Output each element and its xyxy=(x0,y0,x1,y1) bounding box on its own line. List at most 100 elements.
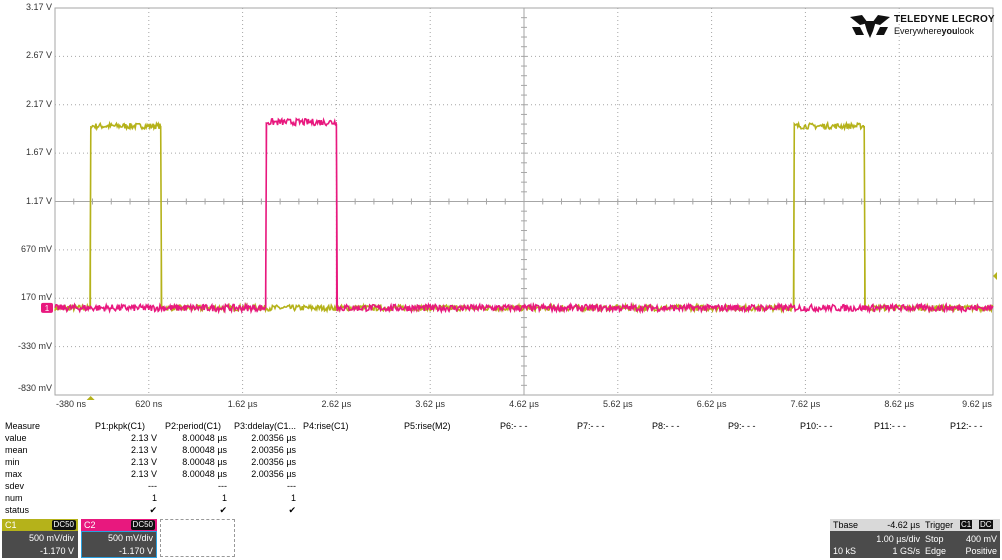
waveform-display[interactable]: 1 xyxy=(41,7,997,400)
x-tick-label: 5.62 µs xyxy=(602,399,633,409)
measure-cell-mean: 2.13 V xyxy=(130,445,157,455)
x-tick-label: 9.62 µs xyxy=(962,399,992,409)
y-tick-label: -830 mV xyxy=(17,383,52,393)
measure-cell-sdev: --- xyxy=(218,481,227,491)
measure-row-label: min xyxy=(5,457,20,467)
brand-tagline: Everywhereyoulook xyxy=(894,26,974,36)
trigger-level: 400 mV xyxy=(965,534,997,544)
x-tick-label: 2.62 µs xyxy=(321,399,352,409)
tagline-bold: you xyxy=(941,26,958,36)
x-tick-label: 8.62 µs xyxy=(884,399,915,409)
y-tick-label: 670 mV xyxy=(20,243,52,254)
teledyne-logo-icon xyxy=(850,15,890,38)
channel-c1-descriptor[interactable]: C1 DC50 500 mV/div -1.170 V xyxy=(2,519,78,558)
trigger-type: Edge xyxy=(925,546,947,556)
measure-cell-max: 2.00356 µs xyxy=(251,469,296,479)
channel-c2-header: C2 DC50 xyxy=(81,519,157,531)
measure-param-header: P10:- - - xyxy=(800,421,833,431)
measure-cell-min: 2.13 V xyxy=(130,457,157,467)
timebase-delay: -4.62 µs xyxy=(887,520,920,530)
x-tick-label: 3.62 µs xyxy=(415,399,446,409)
measure-cell-max: 2.13 V xyxy=(130,469,157,479)
y-tick-label: 1.67 V xyxy=(25,147,52,158)
channel-offset: -1.170 V xyxy=(39,546,74,556)
trigger-mode: Stop xyxy=(925,534,944,544)
channel-c2-settings: 500 mV/div -1.170 V xyxy=(81,531,157,558)
measure-row-label: status xyxy=(5,505,30,515)
tagline-part: Everywhere xyxy=(894,26,942,36)
measure-cell-value: 2.13 V xyxy=(130,433,157,443)
channel-c1-header: C1 DC50 xyxy=(2,519,78,531)
timebase-label: Tbase xyxy=(833,520,859,530)
empty-descriptor-slot[interactable] xyxy=(160,519,235,557)
measure-param-header: P1:pkpk(C1) xyxy=(95,421,146,431)
tagline-part: look xyxy=(957,26,975,36)
measure-param-header: P6:- - - xyxy=(500,421,528,431)
measure-cell-num: 1 xyxy=(151,493,157,503)
measure-param-header: P11:- - - xyxy=(874,421,906,431)
trigger-label: Trigger xyxy=(925,520,954,530)
y-tick-label: 3.17 V xyxy=(25,2,52,12)
x-tick-label: 4.62 µs xyxy=(509,399,539,409)
measure-cell-mean: 2.00356 µs xyxy=(251,445,296,455)
measure-row-label: sdev xyxy=(5,481,25,491)
measure-cell-num: 1 xyxy=(290,493,296,503)
channel-id: C1 xyxy=(5,520,17,530)
ground-marker-label: 1 xyxy=(45,304,50,313)
channel-id: C2 xyxy=(84,520,96,530)
x-tick-label: -380 ns xyxy=(55,399,87,409)
y-tick-label: 2.17 V xyxy=(25,98,52,109)
trigger-level-marker xyxy=(993,271,997,280)
measure-row-label: num xyxy=(5,493,23,503)
measure-cell-num: 1 xyxy=(221,493,227,503)
measure-table[interactable]: Measure value mean min max sdev num status P1:pk… xyxy=(0,421,1002,519)
time-per-div: 1.00 µs/div xyxy=(876,534,920,544)
coupling-badge: DC50 xyxy=(130,520,155,530)
y-tick-label: 1.17 V xyxy=(25,195,52,206)
trigger-coupling-badge: DC xyxy=(979,520,993,529)
measure-cell-status: ✔ xyxy=(219,505,227,515)
measure-cell-status: ✔ xyxy=(288,505,296,515)
y-tick-label: 170 mV xyxy=(20,292,52,303)
brand-name: TELEDYNE LECROY xyxy=(894,14,995,25)
measure-cell-sdev: --- xyxy=(148,481,157,491)
measure-param-header: P9:- - - xyxy=(728,421,756,431)
channel-c1-settings: 500 mV/div -1.170 V xyxy=(2,531,78,558)
trigger-slope: Positive xyxy=(965,546,997,556)
measure-cell-min: 2.00356 µs xyxy=(251,457,296,467)
x-tick-label: 7.62 µs xyxy=(790,399,821,409)
volts-per-div: 500 mV/div xyxy=(107,533,153,543)
measure-param-header: P7:- - - xyxy=(577,421,605,431)
timebase-trigger-panel[interactable]: Tbase -4.62 µs Trigger C1 DC 1.00 µs/div… xyxy=(830,519,1000,558)
measure-cell-value: 2.00356 µs xyxy=(251,433,296,443)
volts-per-div: 500 mV/div xyxy=(28,533,74,543)
measure-param-header: P2:period(C1) xyxy=(165,421,222,431)
measure-cell-status: ✔ xyxy=(149,505,157,515)
measure-row-label: max xyxy=(5,469,23,479)
measure-param-header: P8:- - - xyxy=(652,421,680,431)
coupling-badge: DC50 xyxy=(51,520,76,530)
measure-cell-min: 8.00048 µs xyxy=(182,457,227,467)
measure-param-header: P4:rise(C1) xyxy=(303,421,349,431)
measure-title: Measure xyxy=(5,421,41,431)
measure-cell-sdev: --- xyxy=(287,481,296,491)
trigger-source-badge: C1 xyxy=(960,520,973,529)
x-tick-label: 6.62 µs xyxy=(696,399,727,409)
x-tick-label: 620 ns xyxy=(135,399,163,409)
measure-cell-value: 8.00048 µs xyxy=(182,433,227,443)
waveform-grid: 1 xyxy=(41,7,997,400)
x-tick-label: 1.62 µs xyxy=(227,399,258,409)
measure-param-header: P5:rise(M2) xyxy=(404,421,451,431)
measure-row-label: mean xyxy=(5,445,28,455)
measure-param-header: P12:- - - xyxy=(950,421,983,431)
channel-offset: -1.170 V xyxy=(118,546,153,556)
channel-c2-descriptor[interactable]: C2 DC50 500 mV/div -1.170 V xyxy=(81,519,157,558)
sample-count: 10 kS xyxy=(833,546,857,556)
measure-row-label: value xyxy=(5,433,27,443)
sample-rate: 1 GS/s xyxy=(892,546,920,556)
teledyne-lecroy-logo: TELEDYNE LECROY Everywhereyoulook xyxy=(848,13,995,39)
trigger-time-marker xyxy=(86,396,95,400)
measure-cell-mean: 8.00048 µs xyxy=(182,445,227,455)
measure-cell-max: 8.00048 µs xyxy=(182,469,227,479)
y-tick-label: 2.67 V xyxy=(25,50,52,61)
